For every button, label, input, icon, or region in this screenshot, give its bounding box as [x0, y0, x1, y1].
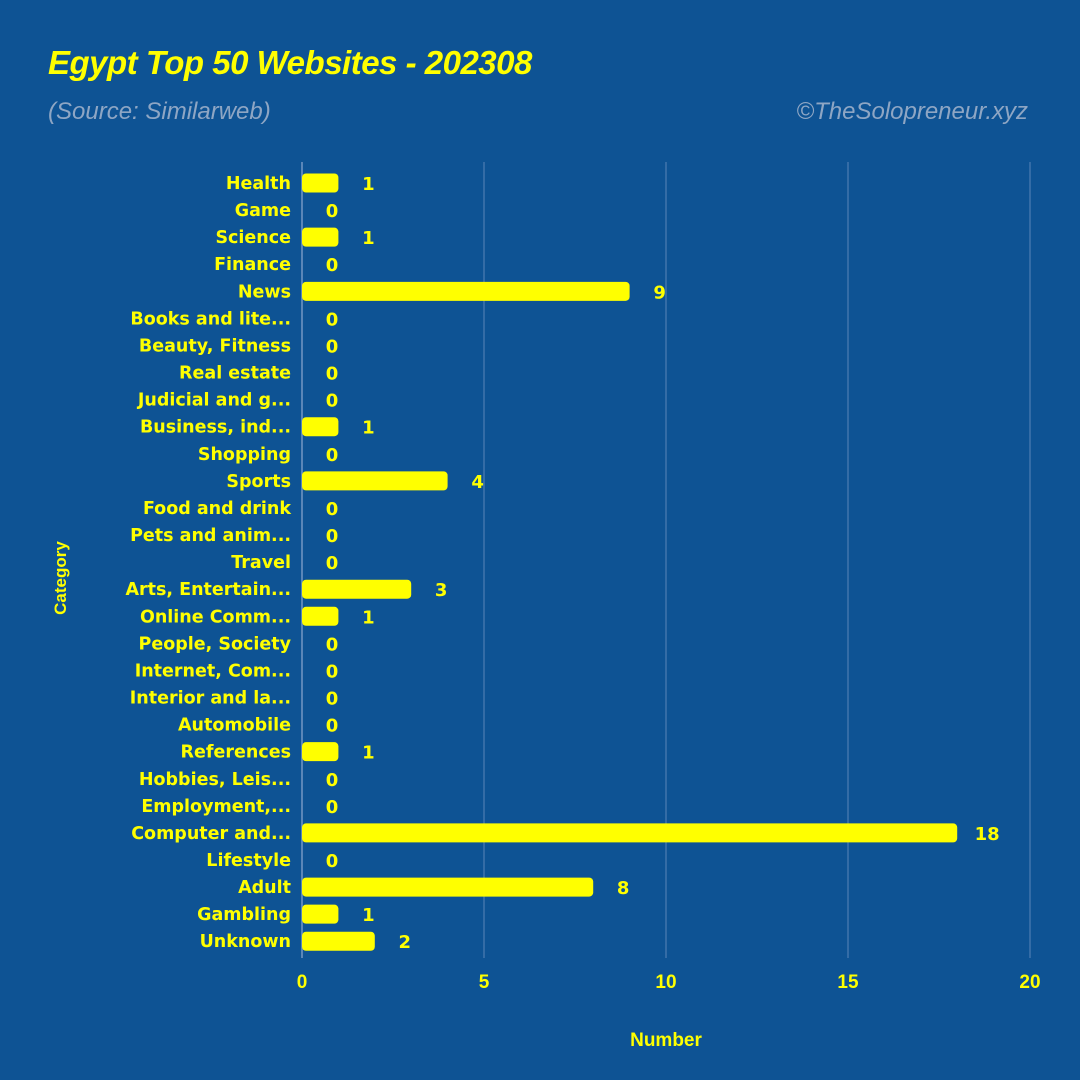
bar [302, 742, 339, 762]
category-label: Hobbies, Leis... [139, 770, 291, 790]
value-label: 1 [362, 228, 375, 249]
category-label: News [238, 282, 291, 302]
category-label: Judicial and g... [137, 391, 291, 411]
category-label: Health [226, 174, 291, 194]
bar-chart: Health Game Science Finance News Books and li… [51, 162, 1041, 1051]
category-label: Science [215, 228, 291, 248]
value-label: 0 [326, 770, 339, 791]
category-label: Arts, Entertain... [125, 580, 291, 600]
value-label: 0 [326, 255, 339, 276]
value-label: 1 [362, 905, 375, 926]
category-label: Internet, Com... [135, 661, 291, 681]
bar [302, 579, 412, 599]
value-label: 4 [471, 472, 484, 493]
value-label: 1 [362, 743, 375, 764]
category-label: Automobile [178, 716, 291, 736]
category-label: Adult [238, 878, 291, 898]
category-label: People, Society [139, 634, 292, 654]
bar [302, 904, 339, 924]
category-label: Books and lite... [130, 309, 291, 329]
bar [302, 173, 339, 193]
bar [302, 877, 594, 897]
value-label: 0 [326, 634, 339, 655]
category-label: Computer and... [131, 824, 291, 844]
value-label: 0 [326, 553, 339, 574]
category-label: Gambling [197, 905, 291, 925]
value-label: 0 [326, 201, 339, 222]
value-label: 0 [326, 336, 339, 357]
category-label: Pets and anim... [130, 526, 291, 546]
category-label: Game [235, 201, 291, 221]
bars [302, 173, 958, 951]
value-label: 0 [326, 797, 339, 818]
value-label: 0 [326, 526, 339, 547]
value-label: 0 [326, 689, 339, 710]
value-label: 3 [435, 580, 448, 601]
category-label: Real estate [179, 364, 291, 384]
bar [302, 281, 630, 301]
value-label: 9 [653, 282, 666, 303]
value-label: 0 [326, 661, 339, 682]
category-label: Online Comm... [140, 607, 291, 627]
bar [302, 471, 448, 491]
bar [302, 931, 375, 951]
category-label: Lifestyle [206, 851, 291, 871]
category-label: References [181, 743, 291, 763]
value-label: 1 [362, 607, 375, 628]
category-label: Business, ind... [140, 418, 291, 438]
value-label: 2 [399, 932, 412, 953]
bar [302, 227, 339, 247]
x-tick-label: 5 [479, 972, 490, 993]
category-label: Shopping [198, 445, 291, 465]
x-tick-label: 15 [837, 972, 859, 993]
x-tick-label: 20 [1019, 972, 1040, 993]
x-axis-label: Number [630, 1030, 702, 1051]
category-label: Finance [214, 255, 291, 275]
category-label: Beauty, Fitness [139, 336, 291, 356]
bar [302, 417, 339, 437]
category-label: Unknown [200, 932, 291, 952]
value-label: 0 [326, 445, 339, 466]
category-label: Travel [231, 553, 291, 573]
value-label: 0 [326, 364, 339, 385]
bar [302, 606, 339, 626]
value-label: 1 [362, 418, 375, 439]
x-tick-label: 10 [655, 972, 676, 993]
bar [302, 823, 958, 843]
value-label: 18 [975, 824, 1000, 845]
category-label: Employment,... [141, 797, 291, 817]
value-label: 0 [326, 309, 339, 330]
value-label: 0 [326, 391, 339, 412]
value-label: 1 [362, 174, 375, 195]
category-label: Interior and la... [130, 689, 291, 709]
value-label: 0 [326, 499, 339, 520]
category-labels: Health Game Science Finance News Books and li… [125, 174, 291, 952]
x-tick-labels: 0 5 10 15 20 [297, 972, 1041, 993]
y-axis-label: Category [51, 541, 70, 615]
value-label: 8 [617, 878, 630, 899]
x-tick-label: 0 [297, 972, 308, 993]
category-label: Sports [226, 472, 291, 492]
value-label: 0 [326, 716, 339, 737]
value-label: 0 [326, 851, 339, 872]
category-label: Food and drink [143, 499, 291, 519]
